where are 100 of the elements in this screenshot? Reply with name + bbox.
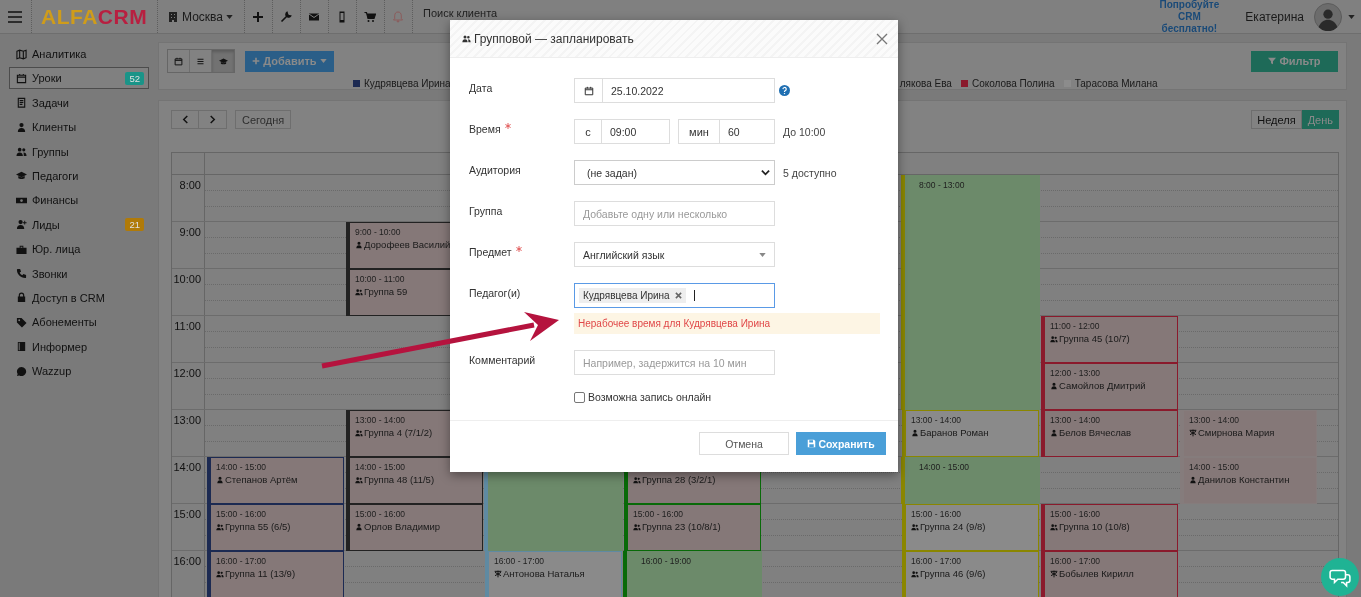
- lesson-time: 13:00 - 14:00: [1189, 415, 1241, 425]
- lesson-card[interactable]: 13:00 - 14:00 Смирнова Мария: [1180, 410, 1317, 457]
- lesson-card[interactable]: 15:00 - 16:00 Группа 55 (6/5): [207, 504, 344, 551]
- view-tab[interactable]: [212, 50, 234, 72]
- lesson-time: 15:00 - 16:00: [355, 509, 407, 519]
- person-icon: [355, 240, 363, 249]
- lesson-title: Антонова Наталья: [503, 568, 585, 579]
- today-button[interactable]: Сегодня: [235, 110, 292, 129]
- lesson-card[interactable]: 15:00 - 16:00 Группа 10 (10/8): [1041, 504, 1178, 551]
- caret-icon[interactable]: [1348, 14, 1355, 19]
- slot-time: 14:00 - 15:00: [919, 462, 970, 472]
- lesson-card[interactable]: 15:00 - 16:00 Орлов Владимир: [346, 504, 483, 551]
- sidebar-item[interactable]: Аналитика: [9, 43, 149, 65]
- sidebar-item[interactable]: Абонементы: [9, 311, 149, 334]
- sidebar-item[interactable]: Информер: [9, 335, 149, 358]
- hour-label: 14:00: [173, 461, 201, 473]
- lesson-card[interactable]: 16:00 - 17:00 Бобылев Кирилл: [1041, 551, 1178, 597]
- lesson-card[interactable]: 13:00 - 14:00 Баранов Роман: [902, 410, 1039, 457]
- sidebar-item[interactable]: Лиды 21: [9, 213, 149, 236]
- cart-icon[interactable]: [364, 10, 377, 23]
- lesson-card[interactable]: 16:00 - 17:00 Группа 11 (13/9): [207, 551, 344, 597]
- text-field[interactable]: Например, задержится на 10 мин: [574, 350, 775, 375]
- lesson-time: 16:00 - 17:00: [1050, 556, 1102, 566]
- lesson-card[interactable]: 13:00 - 14:00 Белов Вячеслав: [1041, 410, 1178, 457]
- sidebar-item[interactable]: Юр. лица: [9, 238, 149, 261]
- lesson-card[interactable]: 14:00 - 15:00 Степанов Артём: [207, 457, 344, 504]
- lesson-title: Группа 23 (10/8/1): [642, 521, 721, 532]
- free-slot[interactable]: 14:00 - 15:00: [901, 457, 1040, 504]
- people-icon: [16, 146, 27, 158]
- subject-select[interactable]: Английский язык: [574, 242, 775, 267]
- availability-note: 5 доступно: [783, 166, 837, 179]
- user-name[interactable]: Екатерина: [1245, 9, 1304, 24]
- duration-field[interactable]: мин 60: [678, 119, 775, 144]
- sidebar-item[interactable]: Задачи: [9, 91, 149, 114]
- field-label: Время: [469, 123, 501, 135]
- count-badge: 52: [125, 71, 144, 85]
- hour-label: 10:00: [173, 273, 201, 285]
- count-badge: 21: [125, 218, 144, 232]
- sidebar-item[interactable]: Клиенты: [9, 116, 149, 139]
- lesson-card[interactable]: 14:00 - 15:00 Группа 48 (11/5): [346, 457, 483, 504]
- time-field[interactable]: с 09:00: [574, 119, 670, 144]
- caret-icon: [319, 59, 327, 63]
- lesson-card[interactable]: 15:00 - 16:00 Группа 23 (10/8/1): [624, 504, 761, 551]
- teacher-field[interactable]: Кудрявцева Ирина: [574, 283, 775, 308]
- lesson-title: Группа 11 (13/9): [225, 568, 296, 579]
- lesson-title: Бобылев Кирилл: [1059, 568, 1134, 579]
- lesson-card[interactable]: 11:00 - 12:00 Группа 45 (10/7): [1041, 316, 1178, 363]
- checkbox-label: Возможна запись онлайн: [588, 391, 712, 403]
- lesson-card[interactable]: 16:00 - 17:00 Антонова Наталья: [485, 551, 622, 597]
- sidebar-item[interactable]: Группы: [9, 140, 149, 163]
- sidebar-item[interactable]: Уроки 52: [9, 67, 149, 90]
- sidebar-label: Звонки: [32, 267, 68, 280]
- person-plus-icon: [16, 219, 27, 231]
- sidebar-item[interactable]: Wazzup: [9, 360, 149, 383]
- text-field[interactable]: Добавьте одну или несколько: [574, 201, 775, 226]
- lesson-card[interactable]: 15:00 - 16:00 Группа 24 (9/8): [902, 504, 1039, 551]
- free-slot[interactable]: 16:00 - 19:00: [623, 551, 762, 597]
- range-tab[interactable]: Неделя: [1251, 110, 1302, 129]
- save-button[interactable]: Сохранить: [796, 432, 886, 455]
- lesson-title: Баранов Роман: [920, 427, 989, 438]
- plus-icon[interactable]: [252, 10, 265, 23]
- chat-button[interactable]: [1321, 558, 1359, 596]
- field-label: Группа: [469, 205, 503, 217]
- promo-link[interactable]: Попробуйте CRM бесплатно!: [1149, 0, 1230, 35]
- lesson-title: Белов Вячеслав: [1059, 427, 1132, 438]
- lesson-time: 15:00 - 16:00: [633, 509, 685, 519]
- close-icon[interactable]: [876, 32, 888, 45]
- room-select[interactable]: (не задан): [574, 160, 775, 185]
- help-icon[interactable]: [779, 85, 790, 96]
- lesson-title: Группа 59: [364, 286, 408, 297]
- sidebar-label: Аналитика: [32, 48, 87, 60]
- lesson-card[interactable]: 14:00 - 15:00 Данилов Константин: [1180, 457, 1317, 504]
- city-dropdown[interactable]: Москва: [167, 9, 235, 24]
- free-slot[interactable]: 8:00 - 13:00: [901, 175, 1040, 410]
- menu-icon[interactable]: [7, 8, 23, 25]
- sidebar-item[interactable]: Звонки: [9, 262, 149, 285]
- lesson-card[interactable]: 12:00 - 13:00 Самойлов Дмитрий: [1041, 363, 1178, 410]
- warning-message: Нерабочее время для Кудрявцева Ирина: [574, 313, 880, 334]
- sidebar-item[interactable]: Доступ в CRM: [9, 286, 149, 309]
- calendar-icon: [583, 85, 594, 96]
- field-label: Комментарий: [469, 354, 536, 366]
- lesson-title: Группа 24 (9/8): [920, 521, 986, 532]
- checkbox[interactable]: [574, 391, 585, 403]
- sidebar-item[interactable]: Финансы: [9, 189, 149, 212]
- lesson-title: Степанов Артём: [225, 474, 298, 485]
- search-field[interactable]: Поиск клиента: [422, 6, 563, 19]
- avatar[interactable]: [1314, 2, 1342, 31]
- wrench-icon[interactable]: [280, 10, 293, 23]
- lesson-time: 14:00 - 15:00: [1189, 462, 1241, 472]
- cancel-button[interactable]: Отмена: [699, 432, 789, 455]
- people-icon: [216, 522, 224, 531]
- plus-icon: [252, 57, 261, 65]
- chevron-left-icon: [180, 115, 190, 124]
- remove-icon[interactable]: [674, 292, 682, 299]
- date-field[interactable]: 25.10.2022: [574, 78, 775, 103]
- sidebar-label: Лиды: [32, 218, 60, 231]
- teacher-chip[interactable]: Кудрявцева Ирина: [579, 288, 686, 303]
- lesson-card[interactable]: 16:00 - 17:00 Группа 46 (9/6): [902, 551, 1039, 597]
- tag-icon: [16, 316, 27, 328]
- sidebar-item[interactable]: Педагоги: [9, 164, 149, 187]
